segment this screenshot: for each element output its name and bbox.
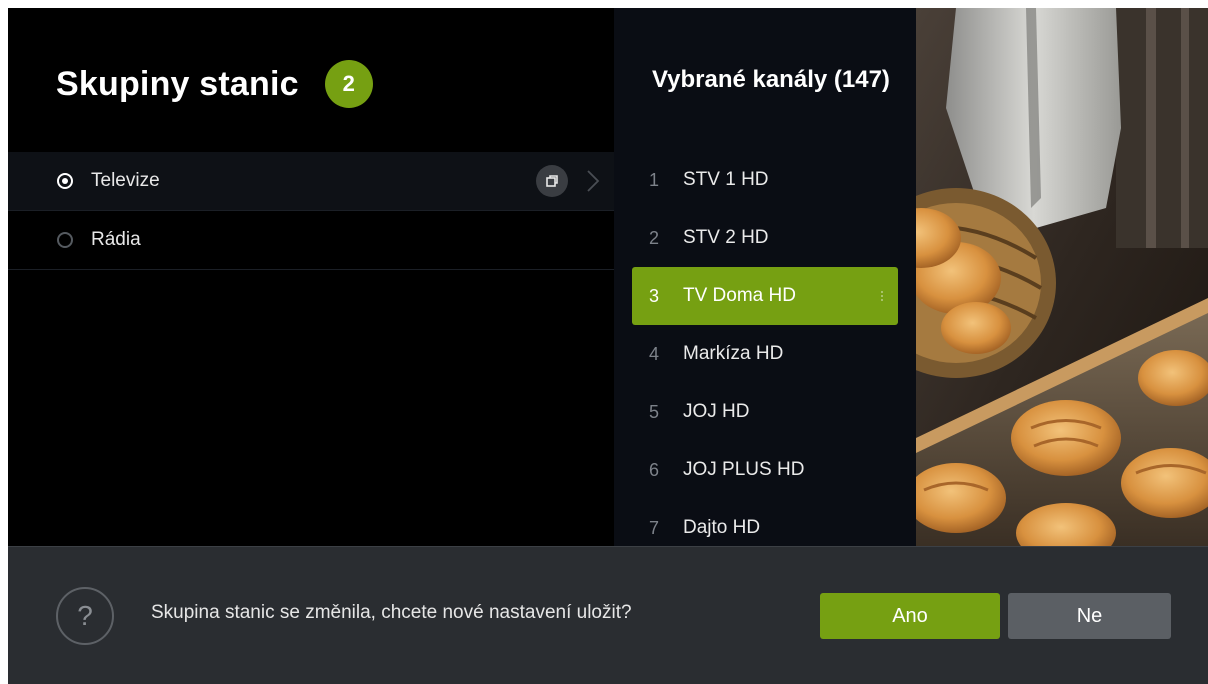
channel-name: Markíza HD xyxy=(683,343,784,364)
channel-name: STV 1 HD xyxy=(683,169,769,190)
selected-channels-panel: Vybrané kanály (147) 1 STV 1 HD 2 STV 2 … xyxy=(614,8,916,546)
channels-title: Vybrané kanály (147) xyxy=(652,66,890,93)
channel-number: 4 xyxy=(649,343,660,364)
channel-number: 6 xyxy=(649,459,660,480)
count-badge: 2 xyxy=(324,60,373,108)
question-mark-icon: ? xyxy=(56,587,114,645)
channel-number: 5 xyxy=(649,401,660,422)
station-groups-panel: Skupiny stanic 2 Televize Rádia xyxy=(8,8,614,546)
group-item-radia[interactable]: Rádia xyxy=(8,211,614,270)
chevron-right-icon[interactable] xyxy=(586,169,600,193)
channel-name: JOJ HD xyxy=(683,401,750,422)
radio-checked-icon[interactable] xyxy=(57,173,73,189)
channel-name: TV Doma HD xyxy=(683,285,796,306)
channel-number: 2 xyxy=(649,227,660,248)
save-dialog: ? Skupina stanic se změnila, chcete nové… xyxy=(8,546,1208,684)
channel-preview-image xyxy=(916,8,1208,546)
dialog-message: Skupina stanic se změnila, chcete nové n… xyxy=(151,602,632,623)
channel-item[interactable]: 1 STV 1 HD xyxy=(632,151,898,209)
channel-number: 3 xyxy=(649,285,660,306)
group-item-televize[interactable]: Televize xyxy=(8,152,614,211)
channel-name: STV 2 HD xyxy=(683,227,769,248)
channel-number: 7 xyxy=(649,517,660,538)
channel-name: JOJ PLUS HD xyxy=(683,459,805,480)
channel-name: Dajto HD xyxy=(683,517,761,538)
page-title: Skupiny stanic xyxy=(56,64,299,103)
group-label: Rádia xyxy=(91,229,141,250)
drag-handle-icon[interactable] xyxy=(881,291,884,301)
title-row: Skupiny stanic 2 xyxy=(56,60,373,108)
no-button[interactable]: Ne xyxy=(1008,593,1171,639)
channel-item[interactable]: 5 JOJ HD xyxy=(632,383,898,441)
copy-icon[interactable] xyxy=(536,165,568,197)
tv-screen: Skupiny stanic 2 Televize Rádia Vybrané … xyxy=(8,8,1208,684)
channel-item[interactable]: 6 JOJ PLUS HD xyxy=(632,441,898,499)
channel-item-selected[interactable]: 3 TV Doma HD xyxy=(632,267,898,325)
radio-unchecked-icon[interactable] xyxy=(57,232,73,248)
channel-item[interactable]: 4 Markíza HD xyxy=(632,325,898,383)
channel-item[interactable]: 2 STV 2 HD xyxy=(632,209,898,267)
channel-number: 1 xyxy=(649,169,660,190)
channel-list: 1 STV 1 HD 2 STV 2 HD 3 TV Doma HD 4 Mar… xyxy=(632,151,898,557)
group-label: Televize xyxy=(91,170,160,191)
group-list: Televize Rádia xyxy=(8,152,614,270)
yes-button[interactable]: Ano xyxy=(820,593,1000,639)
